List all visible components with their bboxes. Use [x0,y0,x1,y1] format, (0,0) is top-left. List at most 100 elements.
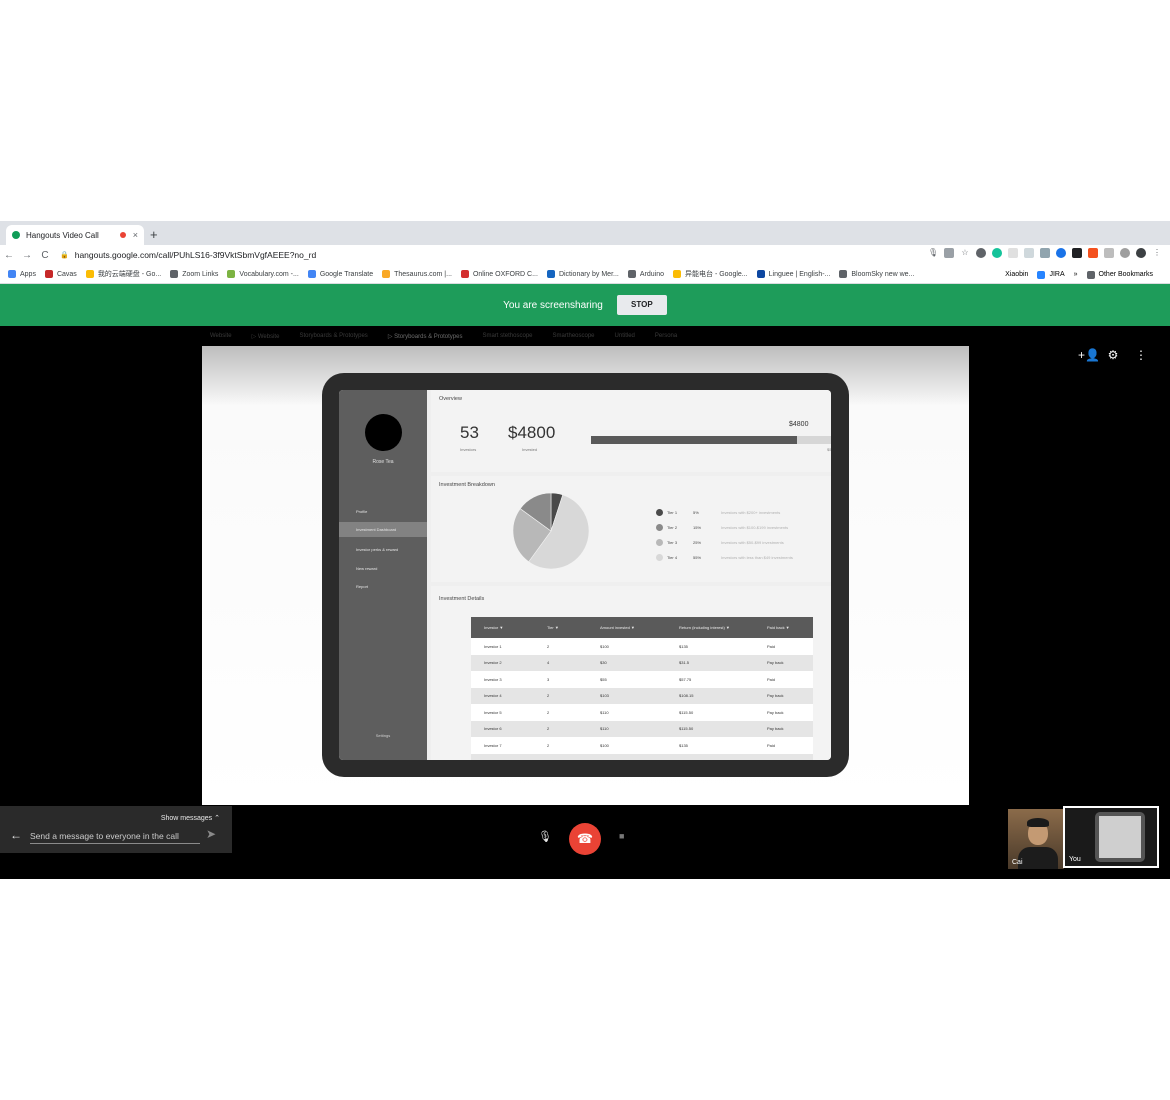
bookmark-item[interactable]: Online OXFORD C... [460,270,538,278]
bookmark-label: Vocabulary.com -... [239,270,299,278]
chat-message-input[interactable]: Send a message to everyone in the call [30,831,200,844]
extension-icon-4[interactable] [1040,248,1050,258]
browser-window: Hangouts Video Call × + ← → C 🔒 hangouts… [0,221,1170,879]
bookmark-item[interactable]: Apps [8,270,36,278]
column-header[interactable]: Return (including interest) ▼ [666,625,754,630]
stop-sharing-button[interactable]: STOP [616,295,667,315]
extension-icon-1[interactable] [976,248,986,258]
hang-up-button[interactable]: ☎ [569,823,601,855]
bookmark-item[interactable]: Google Translate [307,270,373,278]
legend-description: Investors with $50-$99 investments [721,539,784,545]
self-name: You [1069,856,1081,863]
extension-icon-7[interactable] [1088,248,1098,258]
sidebar-settings[interactable]: Settings [339,733,427,738]
new-tab-button[interactable]: + [150,226,158,244]
address-bar[interactable]: 🔒 hangouts.google.com/call/PUhLS16-3f9Vk… [60,250,316,260]
translate-extension-icon[interactable] [944,248,954,258]
bookmark-item[interactable]: Vocabulary.com -... [227,270,299,278]
send-icon[interactable]: ➤ [206,827,216,841]
grammarly-icon[interactable] [992,248,1002,258]
participant-thumbnail-cai[interactable]: Cai [1008,809,1064,869]
bookmark-other[interactable]: Other Bookmarks [1086,270,1153,279]
back-button[interactable]: ← [0,250,18,261]
bookmark-item[interactable]: Thesaurus.com |... [382,270,452,278]
table-row: Investor 5 2 $110 $115.50 Pay back [471,704,813,721]
bookmark-item[interactable]: BloomSky new we... [839,270,914,278]
bookmark-item[interactable]: Zoom Links [170,270,218,278]
microphone-icon[interactable]: 🎙 [538,830,552,843]
investors-label: Investors [460,447,477,452]
reload-button[interactable]: C [36,250,54,261]
table-cell: $57.75 [679,676,692,682]
dashboard-sidebar: Rose Tea Profile Investment Dashboard Inve… [339,390,427,760]
shared-tab: Smartheoscope [552,333,595,339]
table-cell: Investor 5 [484,709,502,715]
legend-tier: Tier 1 [667,509,678,515]
invested-label: Invested [522,447,538,452]
tab-close-icon[interactable]: × [133,230,138,240]
tab-hangouts[interactable]: Hangouts Video Call × [6,225,144,245]
bookmarks-overflow-button[interactable]: » [1074,271,1078,278]
participant-thumbnail-you[interactable]: You [1063,806,1159,868]
column-header[interactable]: Amount invested ▼ [587,625,666,630]
extension-icon-2[interactable] [1008,248,1018,258]
details-title: Investment Details [439,596,485,602]
table-cell[interactable]: Paid [754,743,813,748]
extension-icon-8[interactable] [1104,248,1114,258]
column-header[interactable]: Investor ▼ [471,625,534,630]
bookmark-xiaobin[interactable]: Xiaobin [1005,271,1028,278]
table-cell: $31.5 [679,660,690,666]
table-cell: 4 [534,759,587,760]
profile-avatar-icon[interactable] [1136,248,1146,258]
investors-count: 53 [460,423,479,442]
camera-icon[interactable]: ■ [619,831,624,841]
sidebar-item[interactable]: Profile [339,504,427,519]
bookmark-label: Thesaurus.com |... [394,270,452,278]
bookmark-item[interactable]: Cavas [44,270,77,278]
column-header[interactable]: Tier ▼ [534,625,587,630]
table-cell: $100 [600,742,609,748]
add-people-icon[interactable]: +👤 [1078,348,1100,362]
table-cell[interactable]: Pay back [754,660,813,665]
bookmark-item[interactable]: 我的云端硬盘 - Go... [85,269,161,279]
bookmark-item[interactable]: Arduino [627,270,664,278]
bookmark-jira[interactable]: JIRA [1037,270,1065,279]
folder-icon [1086,270,1095,279]
jira-icon [1037,270,1046,279]
mic-extension-icon[interactable]: 🎙 [928,248,938,258]
legend-row: Tier 1 5% Investors with $200+ investments [656,507,780,517]
show-messages-button[interactable]: Show messages ⌃ [161,814,220,822]
bookmark-other-label: Other Bookmarks [1098,271,1153,278]
table-cell: $30 [600,660,607,666]
table-cell[interactable]: Pay back [754,693,813,698]
sidebar-item[interactable]: New reward [339,561,427,576]
table-cell[interactable]: Pay back [754,759,813,760]
bookmark-item[interactable]: Linguee | English-... [756,270,830,278]
extension-icon-9[interactable] [1120,248,1130,258]
bookmark-favicon-icon [673,270,681,278]
menu-dots-icon[interactable]: ⋮ [1152,248,1162,258]
table-cell[interactable]: Paid [754,677,813,682]
legend-dot [656,553,663,561]
table-cell[interactable]: Paid [754,644,813,649]
sidebar-item[interactable]: Report [339,579,427,594]
more-options-icon[interactable]: ⋮ [1134,348,1148,362]
forward-button[interactable]: → [18,250,36,261]
column-header[interactable]: Paid back ▼ [754,625,813,630]
participant-body [1018,847,1058,869]
back-arrow-icon[interactable]: ← [10,828,22,842]
bookmark-item[interactable]: Dictionary by Mer... [546,270,619,278]
shared-tab: Smart stethoscope [482,333,533,339]
sidebar-item[interactable]: Investor perks & reward [339,542,427,557]
bookmark-item[interactable]: 异能电台 - Google... [673,269,748,279]
sidebar-item[interactable]: Investment Dashboard [339,522,427,537]
table-cell[interactable]: Pay back [754,710,813,715]
star-bookmark-icon[interactable]: ☆ [960,248,970,258]
extension-icon-5[interactable] [1056,248,1066,258]
table-cell[interactable]: Pay back [754,726,813,731]
shared-screen-tabs: Website ▷ Website Storyboards & Prototypes… [202,330,970,342]
table-cell: $115.50 [679,726,694,732]
extension-icon-6[interactable] [1072,248,1082,258]
settings-gear-icon[interactable]: ⚙ [1106,348,1120,362]
extension-icon-3[interactable] [1024,248,1034,258]
